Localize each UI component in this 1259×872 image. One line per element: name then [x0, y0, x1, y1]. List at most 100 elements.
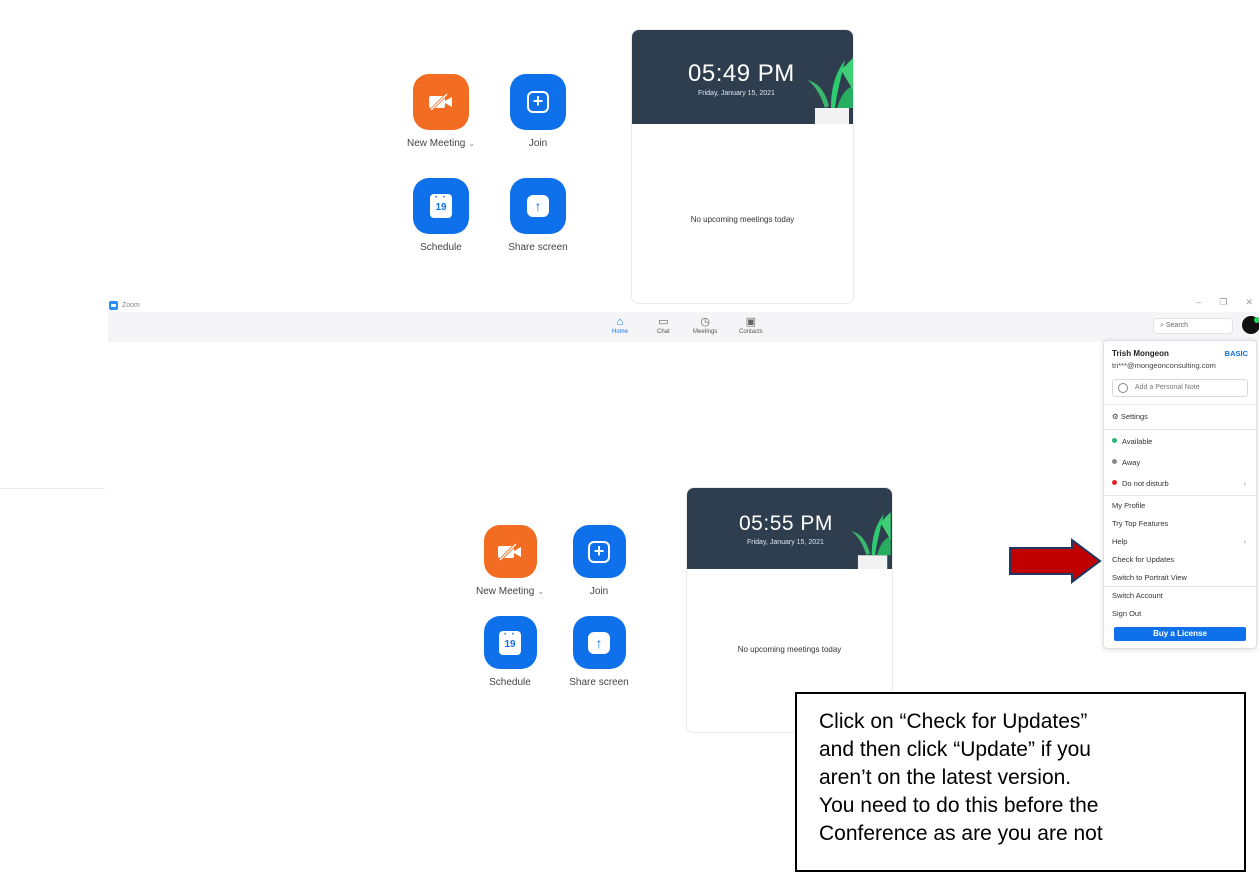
away-dot-icon [1112, 459, 1117, 464]
join-button[interactable]: + [572, 525, 626, 578]
share-screen-button[interactable]: ↑ [510, 178, 566, 234]
plan-badge: BASIC [1224, 349, 1248, 358]
clock-icon: ◷ [700, 316, 710, 328]
tab-home[interactable]: ⌂ Home [612, 316, 628, 335]
available-label: Available [1122, 437, 1153, 446]
callout-line: and then click “Update” if you [819, 738, 1091, 761]
menu-item-available[interactable]: Available [1112, 437, 1248, 446]
tab-chat-label: Chat [657, 329, 670, 335]
clock-date: Friday, January 15, 2021 [698, 90, 775, 97]
user-email: tri***@mongeonconsulting.com [1112, 361, 1216, 370]
menu-item-do-not-disturb[interactable]: Do not disturb › [1112, 479, 1248, 488]
window-controls: – ❐ ✕ [1196, 297, 1253, 308]
search-input[interactable]: ⌕ Search [1153, 318, 1233, 334]
dnd-label: Do not disturb [1122, 479, 1169, 488]
plus-icon: + [527, 91, 549, 113]
no-meetings-text: No upcoming meetings today [690, 215, 795, 224]
buy-license-button[interactable]: Buy a License [1114, 627, 1246, 641]
plus-icon: + [588, 540, 610, 563]
menu-item-away[interactable]: Away [1112, 458, 1248, 467]
join-label: Join [589, 586, 609, 597]
pointer-arrow-icon [1009, 538, 1102, 584]
tab-home-label: Home [612, 329, 629, 335]
available-dot-icon [1112, 438, 1117, 443]
close-button[interactable]: ✕ [1245, 297, 1253, 308]
tab-contacts[interactable]: ▣ Contacts [739, 316, 763, 335]
window-title-bar: Zoom [109, 299, 140, 311]
chevron-right-icon: › [1243, 537, 1247, 546]
divider [1104, 495, 1256, 496]
calendar-icon: • • 19 [499, 630, 521, 655]
join-label: Join [528, 138, 548, 149]
clock-time: 05:55 PM [739, 512, 833, 535]
menu-item-settings[interactable]: ⚙ Settings [1112, 412, 1248, 421]
menu-item-check-for-updates[interactable]: Check for Updates [1112, 555, 1248, 564]
join-tile[interactable]: + Join [529, 525, 669, 597]
video-off-icon [429, 92, 452, 112]
window-title: Zoom [122, 301, 140, 309]
status-dot [1254, 317, 1259, 323]
plant-illustration-icon [851, 512, 891, 569]
calendar-icon: • • 19 [430, 194, 452, 218]
chat-bubble-icon: ▭ [658, 316, 669, 328]
callout-line: Conference as are you are not [819, 822, 1103, 845]
note-placeholder: Add a Personal Note [1135, 384, 1200, 391]
away-label: Away [1122, 458, 1141, 467]
home-icon: ⌂ [616, 316, 624, 328]
upload-arrow-icon: ↑ [588, 631, 610, 654]
menu-item-switch-account[interactable]: Switch Account [1112, 591, 1248, 600]
share-screen-tile[interactable]: ↑ Share screen [529, 616, 669, 688]
tab-contacts-label: Contacts [739, 329, 763, 335]
divider [1104, 404, 1256, 405]
smiley-icon [1118, 383, 1128, 393]
settings-label: Settings [1120, 412, 1148, 421]
menu-item-sign-out[interactable]: Sign Out [1112, 609, 1248, 618]
tab-meetings[interactable]: ◷ Meetings [693, 316, 717, 335]
tab-chat[interactable]: ▭ Chat [657, 316, 670, 335]
new-meeting-label: New Meeting [475, 586, 535, 597]
share-screen-label: Share screen [569, 677, 629, 688]
tab-meetings-label: Meetings [693, 329, 718, 335]
callout-line: You need to do this before the [819, 794, 1099, 817]
clock-header: 05:55 PM Friday, January 15, 2021 [687, 488, 892, 569]
video-off-icon [498, 542, 521, 561]
profile-menu: Trish Mongeon BASIC tri***@mongeonconsul… [1103, 340, 1257, 649]
clock-time: 05:49 PM [688, 60, 795, 87]
new-meeting-button[interactable] [413, 74, 469, 130]
callout-line: aren’t on the latest version. [819, 766, 1072, 789]
menu-item-help[interactable]: Help › [1112, 537, 1248, 546]
no-meetings-text: No upcoming meetings today [737, 645, 842, 654]
share-screen-tile[interactable]: ↑ Share screen [468, 178, 608, 253]
schedule-button[interactable]: • • 19 [413, 178, 469, 234]
minimize-button[interactable]: – [1196, 297, 1201, 308]
share-screen-button[interactable]: ↑ [572, 616, 626, 669]
divider [1104, 586, 1256, 587]
personal-note-input[interactable]: Add a Personal Note [1112, 379, 1248, 397]
join-tile[interactable]: + Join [468, 74, 608, 149]
menu-item-my-profile[interactable]: My Profile [1112, 501, 1248, 510]
menu-item-try-top-features[interactable]: Try Top Features [1112, 519, 1248, 528]
contacts-icon: ▣ [745, 316, 757, 328]
menu-item-switch-portrait-view[interactable]: Switch to Portrait View [1112, 573, 1248, 582]
chevron-right-icon: › [1243, 479, 1247, 488]
divider [1104, 429, 1256, 430]
share-screen-label: Share screen [508, 242, 568, 253]
search-icon: ⌕ [1160, 322, 1164, 329]
top-toolbar [108, 312, 1259, 342]
new-meeting-label: New Meeting [406, 138, 466, 149]
callout-line: Click on “Check for Updates” [819, 710, 1088, 733]
search-placeholder: Search [1165, 322, 1189, 329]
instruction-callout: Click on “Check for Updates” and then cl… [795, 692, 1246, 872]
dnd-dot-icon [1112, 480, 1117, 485]
upload-arrow-icon: ↑ [527, 195, 549, 217]
join-button[interactable]: + [510, 74, 566, 130]
zoom-logo-icon [109, 300, 118, 310]
meetings-card: 05:49 PM Friday, January 15, 2021 No upc… [631, 29, 854, 304]
clock-header: 05:49 PM Friday, January 15, 2021 [632, 30, 853, 124]
gear-icon: ⚙ [1112, 412, 1119, 421]
restore-button[interactable]: ❐ [1219, 297, 1227, 308]
plant-illustration-icon [807, 58, 853, 124]
help-label: Help [1112, 537, 1128, 546]
clock-date: Friday, January 15, 2021 [747, 539, 824, 546]
divider [0, 488, 105, 489]
